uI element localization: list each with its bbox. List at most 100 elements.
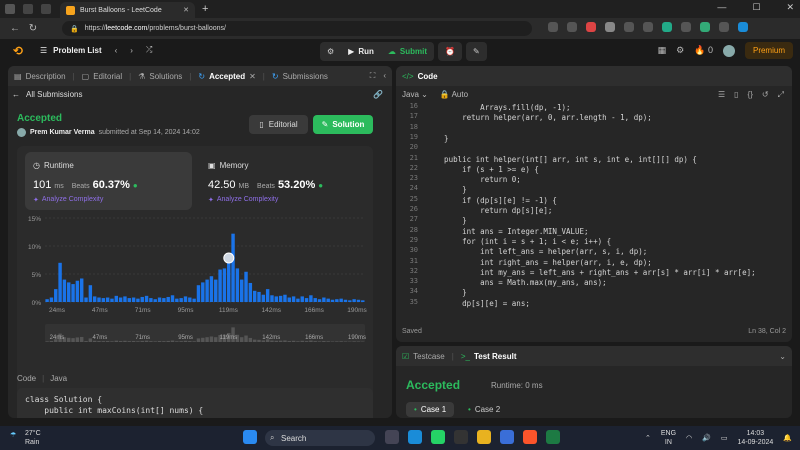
tab-testcase[interactable]: Testcase — [413, 352, 445, 361]
debug-icon[interactable]: ⚙ — [320, 42, 342, 61]
next-problem-icon[interactable]: › — [130, 46, 133, 55]
brave-icon[interactable] — [523, 430, 537, 444]
collapse-icon[interactable]: ⌄ — [779, 352, 786, 361]
lock-icon: 🔒 — [70, 25, 79, 33]
memory-percent: 53.20% — [277, 179, 316, 191]
solution-button[interactable]: ✎ Solution — [313, 115, 373, 134]
layout-icon[interactable]: ▦ — [658, 45, 667, 56]
battery-icon[interactable]: ▭ — [721, 434, 728, 443]
weather-widget[interactable]: ☂ 27°C Rain — [10, 429, 41, 447]
submit-button[interactable]: ☁ Submit — [380, 42, 434, 61]
histogram-bar — [252, 290, 257, 302]
avatar[interactable] — [722, 44, 735, 57]
workspaces-icon[interactable] — [23, 4, 33, 14]
all-submissions-link[interactable]: All Submissions — [26, 90, 82, 99]
histogram-bar — [239, 279, 244, 302]
edge-app-icon[interactable] — [408, 430, 422, 444]
close-window-icon[interactable]: ✕ — [786, 2, 794, 13]
memory-card[interactable]: ▣ Memory 42.50 MB Beats 53.20% ● ✦ Analyze Com… — [200, 152, 370, 210]
new-tab-icon[interactable]: + — [202, 3, 208, 15]
tab-submissions[interactable]: Submissions — [283, 72, 328, 81]
file-explorer-icon[interactable] — [477, 430, 491, 444]
bookmark-icon[interactable]: ▯ — [734, 90, 738, 100]
excel-icon[interactable] — [546, 430, 560, 444]
back-icon[interactable]: ← — [6, 23, 24, 34]
autocomplete-mode[interactable]: 🔒 Auto — [440, 90, 468, 99]
runtime-beats-label: Beats — [71, 183, 90, 190]
back-arrow-icon[interactable]: ← — [12, 90, 20, 99]
line-number: 29 — [409, 235, 418, 244]
terminal-app-icon[interactable] — [454, 430, 468, 444]
reset-icon[interactable]: ↺ — [762, 90, 769, 100]
format-icon[interactable]: ☰ — [718, 90, 725, 100]
analyze-complexity-link[interactable]: ✦ Analyze Complexity — [33, 196, 103, 204]
volume-icon[interactable]: 🔊 — [702, 434, 711, 443]
premium-button[interactable]: Premium — [744, 42, 793, 59]
maximize-icon[interactable]: ☐ — [752, 2, 760, 13]
tab-test-result[interactable]: Test Result — [474, 352, 517, 361]
profile-icon[interactable] — [5, 4, 15, 14]
timer-icon[interactable]: ⏰ — [438, 42, 462, 61]
shuffle-icon[interactable]: ⤮ — [146, 45, 152, 55]
histogram-bar — [196, 285, 201, 302]
brush-bar — [79, 336, 84, 342]
histogram-bar — [166, 296, 170, 302]
link-icon[interactable]: 🔗 — [373, 90, 383, 99]
url-field[interactable]: 🔒 https://leetcode.com/problems/burst-ba… — [62, 21, 532, 36]
favorites-icon[interactable] — [643, 22, 653, 32]
braces-icon[interactable]: {} — [748, 90, 753, 100]
case-2-tab[interactable]: • Case 2 — [460, 402, 508, 417]
notes-icon[interactable]: ✎ — [465, 42, 487, 61]
minimize-icon[interactable]: — — [717, 2, 726, 13]
tab-solutions[interactable]: Solutions — [149, 72, 182, 81]
reload-icon[interactable]: ↻ — [24, 23, 42, 34]
editorial-button[interactable]: ▯ Editorial — [249, 115, 308, 134]
author-name[interactable]: Prem Kumar Verma — [30, 129, 95, 136]
wifi-icon[interactable]: ◠ — [686, 434, 692, 443]
code-area[interactable]: 16 Arrays.fill(dp, -1); 17 return helper(… — [396, 102, 792, 324]
run-button[interactable]: ▶ Run — [341, 42, 381, 61]
tab-actions-icon[interactable] — [41, 4, 51, 14]
brush-bar — [149, 341, 153, 342]
more-icon[interactable] — [719, 22, 729, 32]
prev-problem-icon[interactable]: ‹ — [115, 46, 118, 55]
browser-tab[interactable]: Burst Balloons - LeetCode ✕ — [60, 2, 195, 18]
problem-list-link[interactable]: Problem List — [53, 46, 101, 55]
case-1-tab[interactable]: • Case 1 — [406, 402, 455, 417]
tab-editorial[interactable]: Editorial — [93, 72, 122, 81]
clock[interactable]: 14:03 14-09-2024 — [737, 429, 773, 447]
zoom-icon[interactable] — [548, 22, 558, 32]
store-icon[interactable] — [500, 430, 514, 444]
task-view-icon[interactable] — [385, 430, 399, 444]
runtime-card[interactable]: ◷ Runtime 101 ms Beats 60.37% ● ✦ Analyze Comp… — [25, 152, 192, 210]
taskbar-search[interactable]: ⌕ Search — [265, 430, 375, 446]
language-select[interactable]: Java ⌄ — [402, 90, 428, 99]
whatsapp-icon[interactable] — [431, 430, 445, 444]
expand-icon[interactable]: ⤢ — [778, 90, 784, 100]
copilot-icon[interactable] — [700, 22, 710, 32]
split-icon[interactable] — [624, 22, 634, 32]
analyze-complexity-link[interactable]: ✦ Analyze Complexity — [208, 196, 278, 204]
brush-bar — [283, 340, 287, 342]
tray-chevron-icon[interactable]: ⌃ — [645, 434, 651, 443]
close-tab-icon[interactable]: ✕ — [183, 6, 189, 14]
coins-icon[interactable]: 🔥 0 — [694, 45, 713, 56]
fullscreen-icon[interactable]: ⛶ — [370, 71, 376, 81]
settings-icon[interactable]: ⚙ — [676, 45, 684, 56]
edge-icon[interactable] — [738, 22, 748, 32]
notifications-icon[interactable]: 🔔 — [783, 434, 792, 443]
favorite-icon[interactable] — [567, 22, 577, 32]
start-icon[interactable] — [243, 430, 257, 444]
tab-accepted[interactable]: Accepted — [209, 72, 245, 81]
extension-green-icon[interactable] — [662, 22, 672, 32]
memory-label: Memory — [219, 161, 249, 170]
extension-icon[interactable] — [605, 22, 615, 32]
leetcode-logo-icon[interactable]: ⟲ — [11, 44, 25, 58]
collapse-icon[interactable]: ‹ — [383, 71, 386, 81]
brush-bar — [84, 341, 88, 342]
collections-icon[interactable] — [681, 22, 691, 32]
close-tab-icon[interactable]: ✕ — [249, 72, 256, 81]
extension-red-icon[interactable] — [586, 22, 596, 32]
language-indicator[interactable]: ENG IN — [661, 429, 676, 447]
tab-description[interactable]: Description — [26, 72, 66, 81]
